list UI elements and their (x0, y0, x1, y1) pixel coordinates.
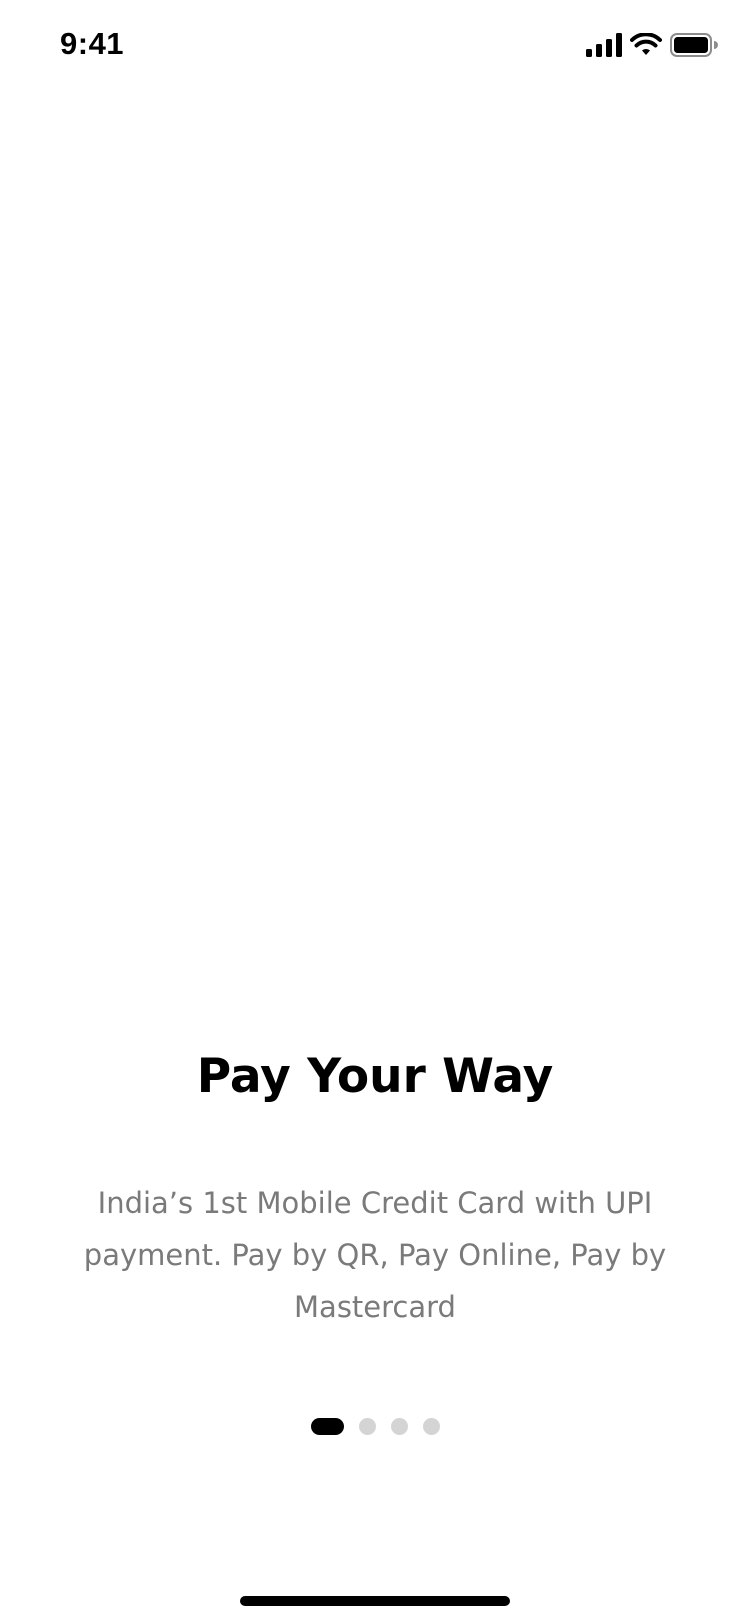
status-icons (586, 30, 718, 60)
status-bar: 9:41 (0, 0, 750, 90)
page-indicator[interactable] (0, 1418, 750, 1435)
page-title: Pay Your Way (196, 1049, 554, 1105)
page-dot-active[interactable] (310, 1418, 344, 1435)
signal-icon (586, 33, 622, 57)
wifi-icon (630, 33, 662, 55)
page-dot[interactable] (390, 1418, 408, 1435)
battery-icon (670, 33, 718, 57)
page-dot[interactable] (358, 1418, 376, 1435)
slide-description: India’s 1st Mobile Credit Card with UPI … (83, 1186, 667, 1324)
status-time: 9:41 (60, 26, 125, 61)
page-dot[interactable] (422, 1418, 440, 1435)
home-indicator[interactable] (240, 1596, 510, 1606)
